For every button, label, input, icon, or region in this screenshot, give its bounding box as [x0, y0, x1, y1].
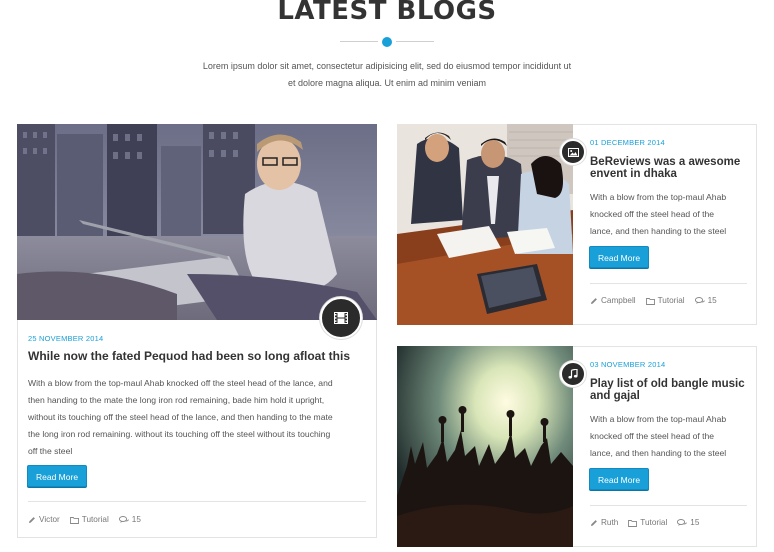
pencil-icon [591, 297, 597, 304]
blog-post-card-featured: 25 NOVEMBER 2014 While now the fated Peq… [17, 124, 377, 538]
post-title[interactable]: Play list of old bangle music and gajal [590, 378, 748, 402]
post-title[interactable]: While now the fated Pequod had been so l… [28, 349, 368, 363]
post-meta: Ruth Tutorial 15 [590, 518, 699, 527]
post-image-business-meeting[interactable] [397, 124, 573, 325]
folder-icon [69, 516, 79, 524]
post-category[interactable]: Tutorial [645, 296, 685, 305]
post-comments[interactable]: 15 [118, 515, 141, 524]
meta-divider [590, 283, 747, 284]
post-comments[interactable]: 15 [677, 518, 699, 527]
folder-icon [645, 297, 655, 305]
post-meta: Campbell Tutorial 15 [590, 296, 717, 305]
read-more-button[interactable]: Read More [589, 468, 650, 490]
meta-divider [590, 505, 747, 506]
film-icon [334, 312, 348, 324]
post-title[interactable]: BeReviews was a awesome envent in dhaka [590, 156, 748, 180]
post-meta: Victor Tutorial 15 [28, 515, 141, 524]
post-image-man-with-laptop[interactable] [17, 124, 377, 320]
read-more-button[interactable]: Read More [589, 246, 650, 268]
post-author[interactable]: Campbell [590, 296, 636, 305]
section-description: Lorem ipsum dolor sit amet, consectetur … [202, 61, 572, 88]
post-type-badge[interactable] [560, 139, 586, 165]
pencil-icon [29, 516, 35, 523]
post-category[interactable]: Tutorial [628, 518, 667, 527]
blog-post-card: 01 DECEMBER 2014 BeReviews was a awesome… [397, 124, 757, 325]
post-type-badge[interactable] [320, 297, 362, 339]
post-category[interactable]: Tutorial [69, 515, 109, 524]
post-image-concert-crowd[interactable] [397, 346, 573, 547]
title-divider [340, 37, 434, 47]
meta-divider [28, 501, 366, 502]
read-more-button[interactable]: Read More [27, 465, 88, 487]
post-date: 03 NOVEMBER 2014 [590, 360, 666, 369]
comments-icon [677, 518, 688, 526]
post-date: 01 DECEMBER 2014 [590, 138, 665, 147]
post-author[interactable]: Victor [28, 515, 60, 524]
section-title: LATEST BLOGS [277, 0, 497, 26]
image-icon [567, 147, 579, 157]
post-excerpt: With a blow from the top-maul Ahab knock… [28, 378, 333, 456]
post-excerpt: With a blow from the top-maul Ahab knock… [590, 192, 727, 236]
post-comments[interactable]: 15 [694, 296, 717, 305]
post-date: 25 NOVEMBER 2014 [28, 334, 104, 343]
comments-icon [118, 515, 129, 523]
blog-post-card: 03 NOVEMBER 2014 Play list of old bangle… [397, 346, 757, 547]
post-author[interactable]: Ruth [590, 518, 618, 527]
music-note-icon [568, 369, 578, 379]
comments-icon [694, 296, 705, 304]
post-excerpt: With a blow from the top-maul Ahab knock… [590, 414, 727, 458]
post-type-badge[interactable] [560, 361, 586, 387]
folder-icon [628, 519, 638, 527]
pencil-icon [591, 519, 597, 526]
